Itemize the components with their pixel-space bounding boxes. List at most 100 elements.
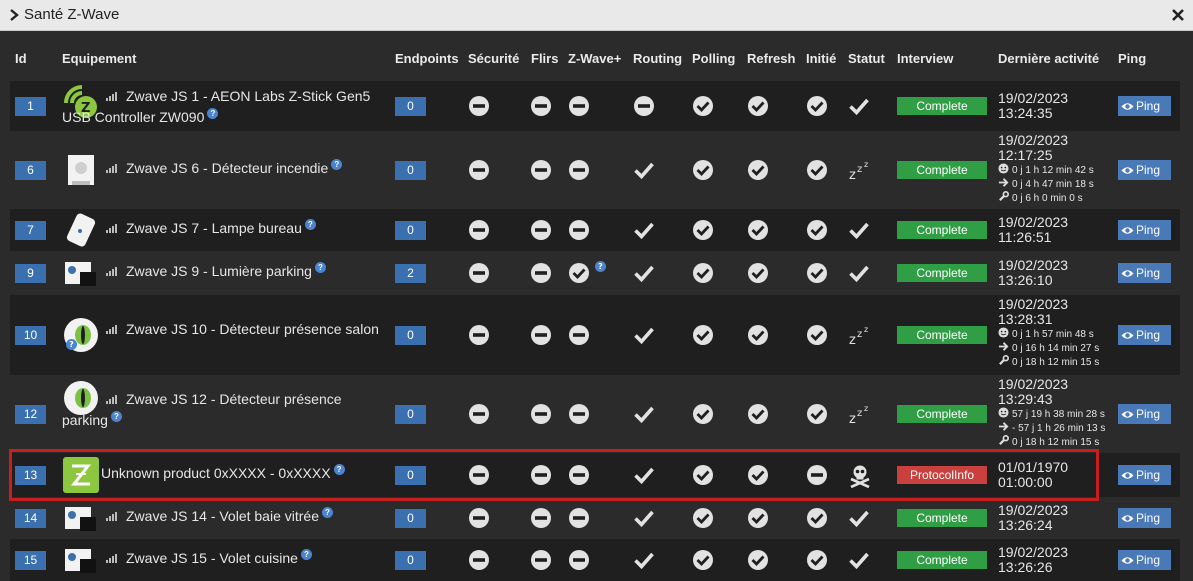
ping-button[interactable]: Ping bbox=[1118, 263, 1171, 283]
check-circle-icon bbox=[806, 262, 828, 284]
activity-time: 12:17:25 bbox=[998, 147, 1053, 163]
device-name-line2: USB Controller ZW090 bbox=[62, 109, 205, 125]
check-icon bbox=[848, 95, 870, 117]
help-icon[interactable]: ? bbox=[66, 339, 77, 350]
ping-button[interactable]: Ping bbox=[1118, 325, 1171, 345]
check-circle-icon bbox=[806, 219, 828, 241]
minus-circle-icon bbox=[530, 549, 552, 571]
minus-circle-icon bbox=[633, 95, 655, 117]
check-circle-icon bbox=[747, 403, 769, 425]
minus-circle-icon bbox=[530, 464, 552, 486]
help-icon[interactable]: ? bbox=[595, 261, 606, 272]
ping-button[interactable]: Ping bbox=[1118, 465, 1171, 485]
sleep-icon: zzz bbox=[848, 159, 874, 183]
col-header-interview: Interview bbox=[897, 51, 954, 66]
device-name[interactable]: Zwave JS 6 - Détecteur incendie? bbox=[106, 158, 406, 179]
check-icon bbox=[848, 219, 870, 241]
sleep-icon: zzz bbox=[848, 324, 874, 348]
device-id-badge: 14 bbox=[15, 508, 46, 528]
interview-status-badge: Complete bbox=[897, 551, 987, 569]
device-name[interactable]: Zwave JS 7 - Lampe bureau? bbox=[106, 218, 406, 239]
table-row: 1 Z Zwave JS 1 - AEON Labs Z-Stick Gen5 USB… bbox=[10, 81, 1180, 131]
device-name[interactable]: Zwave JS 15 - Volet cuisine? bbox=[106, 548, 406, 569]
activity-date: 19/02/2023 bbox=[998, 376, 1069, 392]
col-header-initie: Initié bbox=[806, 51, 837, 66]
check-icon bbox=[633, 219, 655, 241]
chevron-right-icon[interactable] bbox=[7, 8, 21, 22]
last-activity: 19/02/2023 12:17:25 0 j 1 h 12 min 42 s 0 j… bbox=[998, 133, 1094, 205]
activity-date: 19/02/2023 bbox=[998, 296, 1069, 312]
signal-strength-icon bbox=[106, 164, 117, 173]
minus-circle-icon bbox=[530, 403, 552, 425]
check-icon bbox=[633, 159, 655, 181]
ping-label: Ping bbox=[1136, 99, 1161, 113]
svg-text:z: z bbox=[849, 412, 856, 425]
help-icon[interactable]: ? bbox=[110, 411, 122, 423]
minus-circle-icon bbox=[530, 324, 552, 346]
help-icon[interactable]: ? bbox=[304, 219, 316, 231]
check-circle-icon bbox=[692, 507, 714, 529]
col-header-endpoints: Endpoints bbox=[395, 51, 459, 66]
check-icon bbox=[633, 324, 655, 346]
device-name[interactable]: Zwave JS 1 - AEON Labs Z-Stick Gen5 USB C… bbox=[62, 86, 392, 128]
device-id-badge: 13 bbox=[15, 465, 46, 485]
interview-status-badge: Complete bbox=[897, 221, 987, 239]
minus-circle-icon bbox=[530, 219, 552, 241]
help-icon[interactable]: ? bbox=[331, 159, 343, 171]
device-name[interactable]: Zwave JS 9 - Lumière parking? bbox=[106, 261, 406, 282]
minus-circle-icon bbox=[568, 159, 590, 181]
check-icon bbox=[848, 549, 870, 571]
ping-button[interactable]: Ping bbox=[1118, 160, 1171, 180]
sleep-icon: zzz bbox=[848, 403, 874, 427]
col-header-ping: Ping bbox=[1118, 51, 1147, 66]
check-circle-icon bbox=[747, 549, 769, 571]
endpoints-badge: 2 bbox=[395, 263, 426, 283]
device-id-badge: 6 bbox=[15, 160, 46, 180]
check-circle-icon bbox=[692, 95, 714, 117]
signal-strength-icon bbox=[106, 395, 117, 404]
smiley-icon bbox=[998, 163, 1012, 176]
help-icon[interactable]: ? bbox=[207, 108, 219, 120]
minus-circle-icon bbox=[468, 95, 490, 117]
help-icon[interactable]: ? bbox=[314, 262, 326, 274]
activity-time: 01:00:00 bbox=[998, 474, 1053, 490]
help-icon[interactable]: ? bbox=[300, 549, 312, 561]
ping-button[interactable]: Ping bbox=[1118, 508, 1171, 528]
device-id-badge: 1 bbox=[15, 96, 46, 116]
device-name[interactable]: Zwave JS 10 - Détecteur présence salon bbox=[106, 319, 406, 340]
device-image bbox=[62, 456, 100, 494]
ping-button[interactable]: Ping bbox=[1118, 404, 1171, 424]
device-name-line1: Zwave JS 6 - Détecteur incendie bbox=[126, 160, 329, 176]
table-row: 14 Zwave JS 14 - Volet baie vitrée? 0 Compl… bbox=[10, 497, 1180, 539]
check-circle-icon bbox=[568, 262, 590, 284]
activity-date: 19/02/2023 bbox=[998, 90, 1069, 106]
eye-icon bbox=[1121, 167, 1134, 174]
ping-button[interactable]: Ping bbox=[1118, 550, 1171, 570]
device-name-line1: Unknown product 0xXXXX - 0xXXXX bbox=[101, 465, 331, 481]
endpoints-badge: 0 bbox=[395, 325, 426, 345]
minus-circle-icon bbox=[530, 262, 552, 284]
help-icon[interactable]: ? bbox=[322, 507, 333, 519]
check-circle-icon bbox=[692, 324, 714, 346]
check-icon bbox=[633, 507, 655, 529]
arrow-right-icon bbox=[998, 422, 1012, 434]
device-name[interactable]: Zwave JS 12 - Détecteur présence parking? bbox=[62, 389, 392, 431]
window-titlebar: Santé Z-Wave bbox=[0, 0, 1193, 31]
arrow-right-icon bbox=[998, 178, 1012, 190]
close-icon[interactable] bbox=[1171, 8, 1185, 22]
check-circle-icon bbox=[747, 219, 769, 241]
check-circle-icon bbox=[747, 95, 769, 117]
table-row: 10 Zwave JS 10 - Détecteur présence salon… bbox=[10, 295, 1180, 375]
device-name[interactable]: Unknown product 0xXXXX - 0xXXXX? bbox=[101, 463, 401, 484]
check-circle-icon bbox=[692, 219, 714, 241]
help-icon[interactable]: ? bbox=[333, 464, 345, 476]
svg-text:z: z bbox=[864, 325, 868, 334]
minus-circle-icon bbox=[530, 95, 552, 117]
device-name[interactable]: Zwave JS 14 - Volet baie vitrée? bbox=[106, 506, 406, 527]
table-row: 13 Unknown product 0xXXXX - 0xXXXX? 0 Proto… bbox=[10, 453, 1180, 497]
check-circle-icon bbox=[692, 159, 714, 181]
ping-button[interactable]: Ping bbox=[1118, 96, 1171, 116]
ping-button[interactable]: Ping bbox=[1118, 220, 1171, 240]
endpoints-badge: 0 bbox=[395, 550, 426, 570]
interview-status-badge: Complete bbox=[897, 97, 987, 115]
